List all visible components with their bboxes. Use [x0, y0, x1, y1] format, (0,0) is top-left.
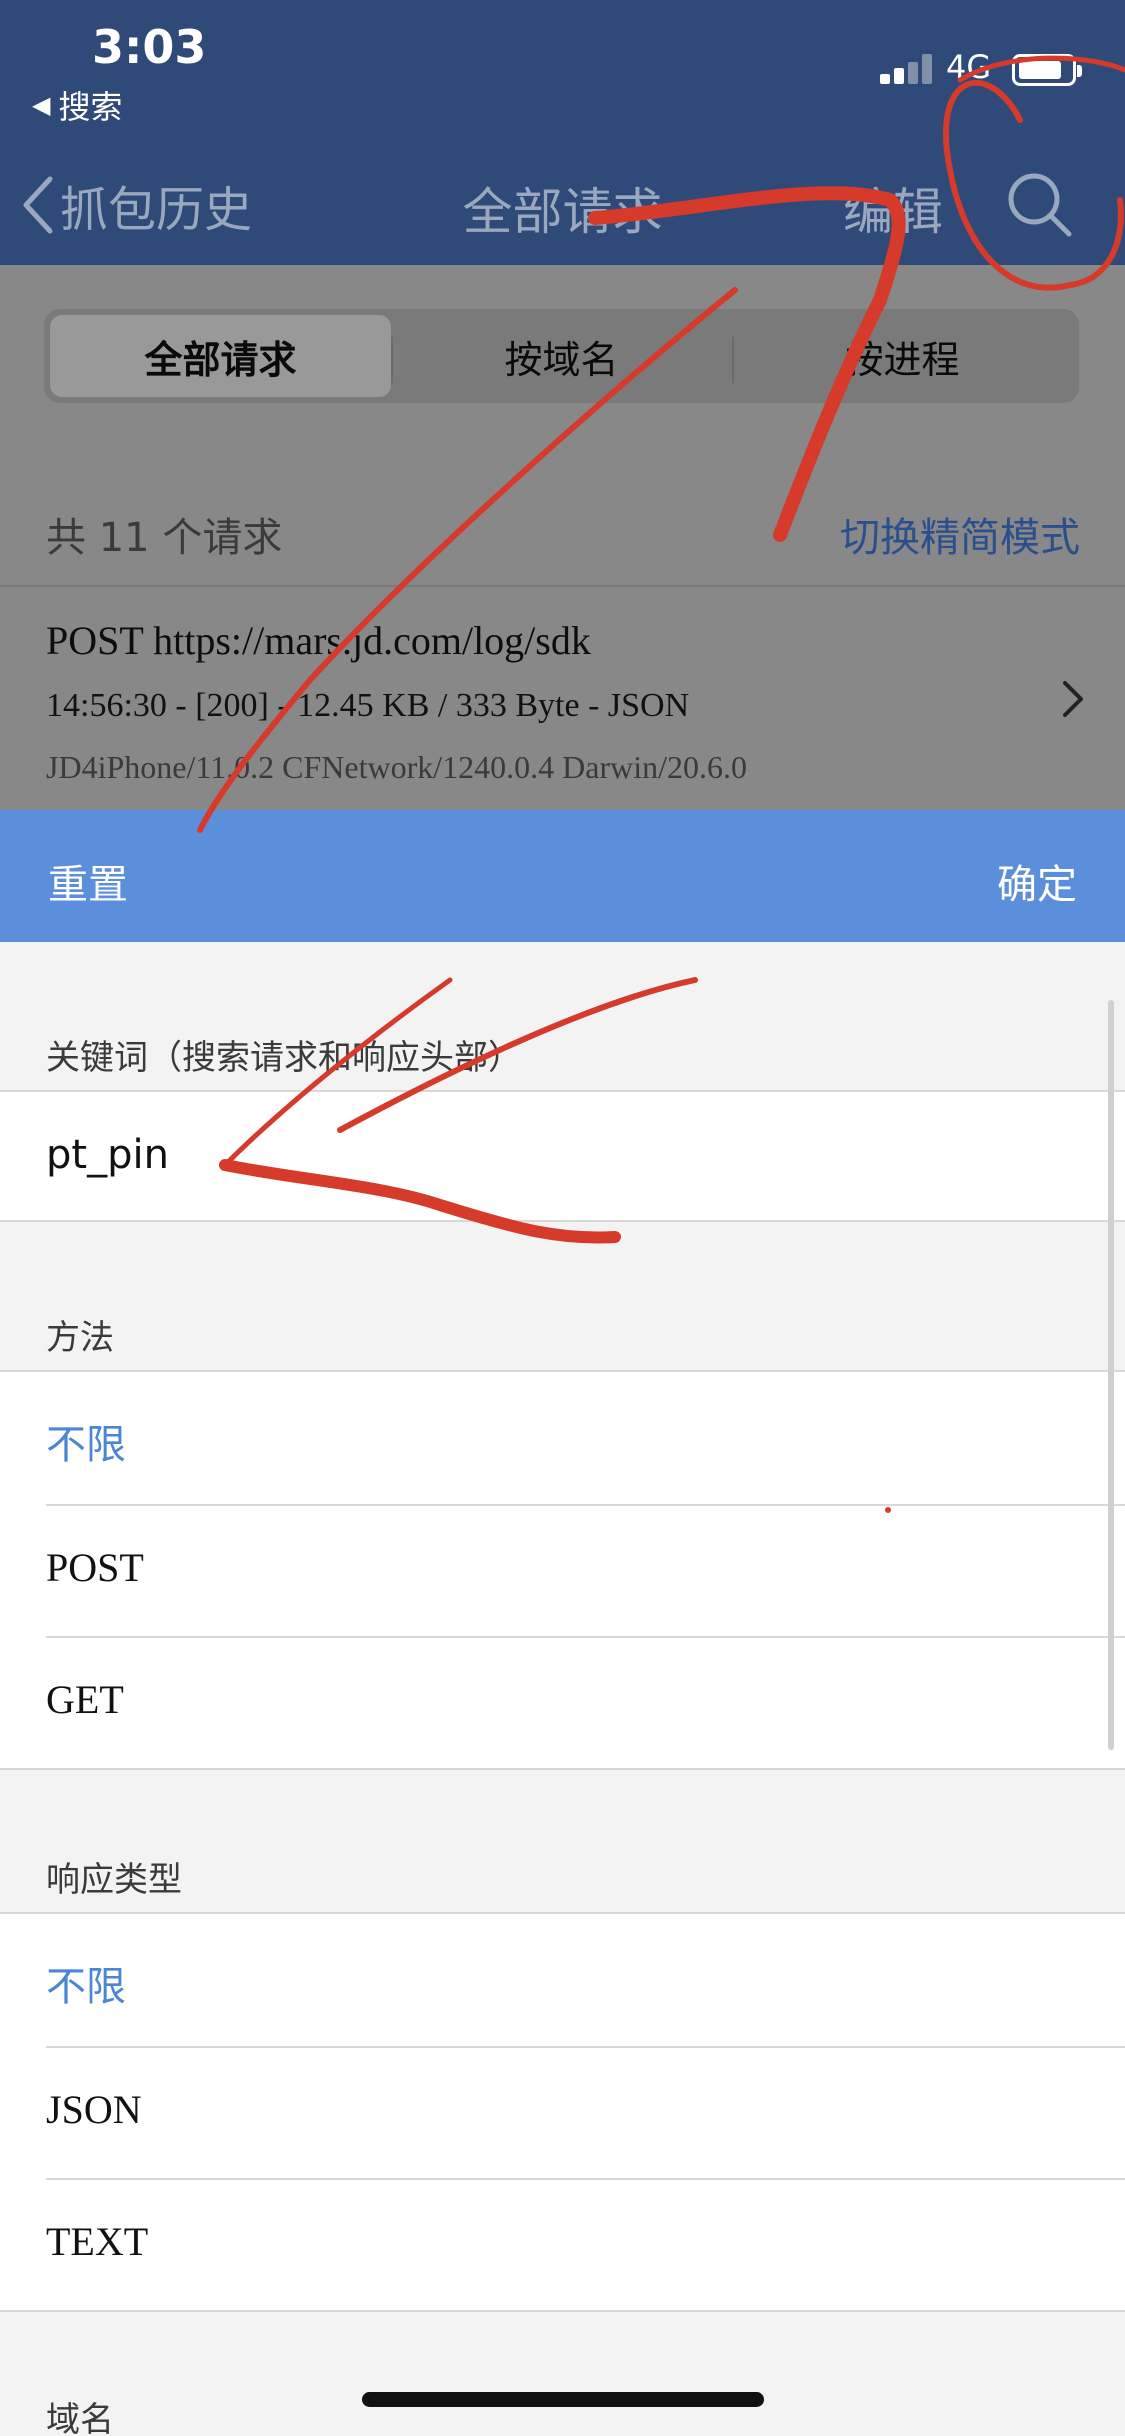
segment-by-process[interactable]: 按进程: [732, 315, 1073, 397]
switch-compact-mode-button[interactable]: 切换精简模式: [840, 505, 1080, 563]
domain-section-label: 域名: [46, 2400, 114, 2436]
method-option-any[interactable]: 不限: [0, 1372, 1125, 1504]
method-options: 不限 POST GET: [0, 1370, 1125, 1770]
response-type-option-json[interactable]: JSON: [0, 2046, 1125, 2178]
response-type-section-label: 响应类型: [46, 1860, 182, 1900]
back-triangle-icon: ◀: [32, 91, 51, 119]
reset-button[interactable]: 重置: [48, 852, 128, 910]
navigation-bar: 抓包历史 全部请求 编辑: [0, 150, 1125, 265]
request-summary: 14:56:30 - [200] - 12.45 KB / 333 Byte -…: [46, 687, 690, 724]
keyword-input-value: pt_pin: [46, 1132, 169, 1178]
status-time: 3:03: [92, 20, 207, 74]
request-row[interactable]: POST https://mars.jd.com/log/sdk 14:56:3…: [0, 585, 1125, 810]
page-title: 全部请求: [462, 183, 663, 241]
segment-by-domain[interactable]: 按域名: [391, 315, 732, 397]
chevron-right-icon: [1061, 672, 1085, 732]
network-type: 4G: [946, 48, 992, 86]
keyword-field[interactable]: pt_pin: [0, 1090, 1125, 1222]
keyword-section-label: 关键词（搜索请求和响应头部）: [46, 1038, 522, 1078]
battery-icon: [1012, 54, 1082, 86]
cellular-signal-icon: [880, 52, 936, 84]
request-user-agent: JD4iPhone/11.0.2 CFNetwork/1240.0.4 Darw…: [46, 749, 748, 785]
confirm-button[interactable]: 确定: [997, 852, 1077, 910]
status-bar: 3:03 ◀ 搜索 4G: [0, 0, 1125, 150]
segment-all-requests[interactable]: 全部请求: [50, 315, 391, 397]
segmented-control: 全部请求 按域名 按进程: [44, 309, 1079, 403]
search-icon: [1008, 173, 1072, 237]
filter-sheet: 关键词（搜索请求和响应头部） pt_pin 方法 不限 POST GET 响应类…: [0, 942, 1125, 2436]
filter-action-bar: 重置 确定: [0, 810, 1125, 942]
request-count: 共 11 个请求: [46, 515, 283, 561]
request-url: POST https://mars.jd.com/log/sdk: [46, 618, 591, 663]
method-section-label: 方法: [46, 1318, 114, 1358]
edit-button[interactable]: 编辑: [843, 172, 943, 244]
home-indicator: [362, 2392, 764, 2407]
response-type-option-text[interactable]: TEXT: [0, 2178, 1125, 2310]
scroll-indicator: [1108, 1000, 1114, 1750]
response-type-option-any[interactable]: 不限: [0, 1914, 1125, 2046]
search-button[interactable]: [1005, 170, 1075, 240]
request-list-overlay: 全部请求 按域名 按进程 共 11 个请求 切换精简模式 POST https:…: [0, 265, 1125, 810]
back-to-app-link[interactable]: ◀ 搜索: [32, 82, 122, 128]
response-type-options: 不限 JSON TEXT: [0, 1912, 1125, 2312]
method-option-get[interactable]: GET: [0, 1636, 1125, 1768]
method-option-post[interactable]: POST: [0, 1504, 1125, 1636]
back-to-app-label: 搜索: [58, 88, 123, 126]
